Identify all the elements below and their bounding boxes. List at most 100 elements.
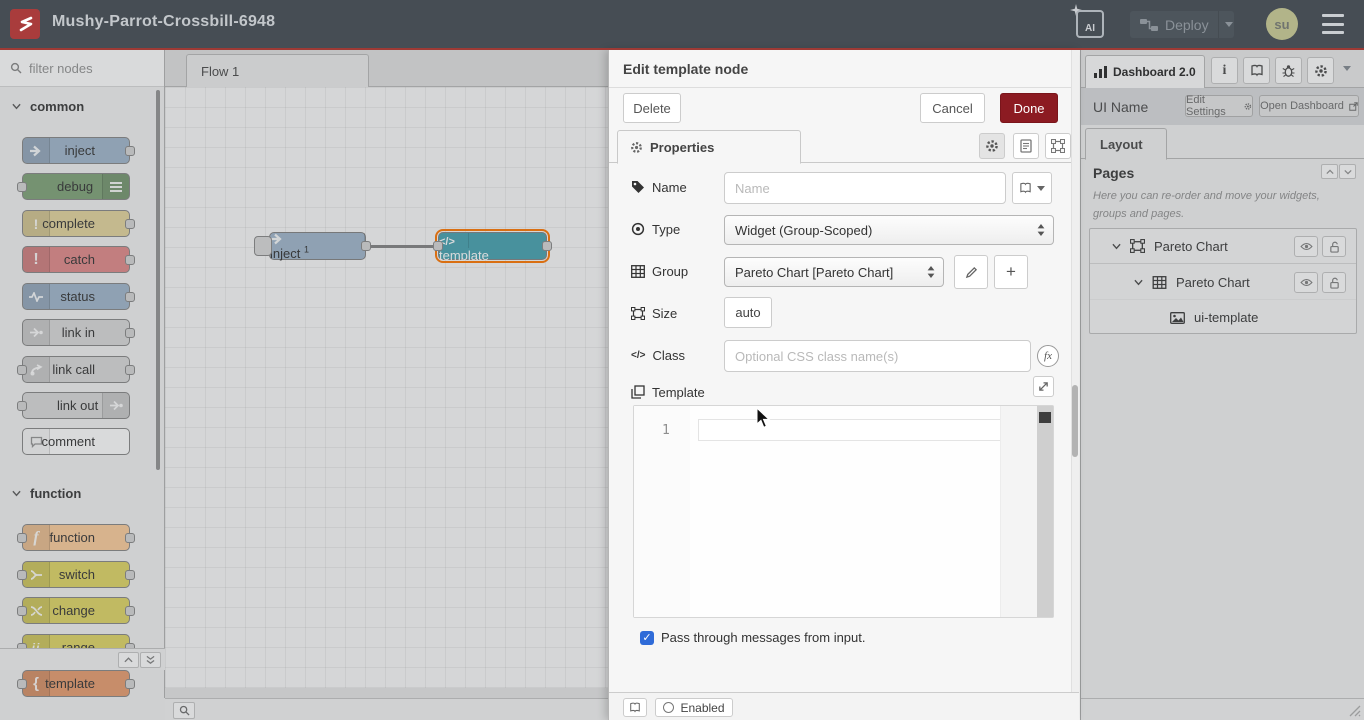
edit-settings-button[interactable]: Edit Settings [1185,95,1253,117]
help-tab-button[interactable] [1243,57,1270,84]
editor-scrollbar[interactable] [1037,406,1053,617]
palette-category-function[interactable]: function [0,483,164,503]
node-red-logo[interactable] [10,9,40,39]
tab-properties[interactable]: Properties [617,130,801,164]
palette-node-debug[interactable]: debug [22,173,130,200]
node-port[interactable] [17,606,27,616]
type-select[interactable]: Widget (Group-Scoped) [724,215,1054,245]
editor-scrollbar-thumb[interactable] [1039,412,1051,423]
node-port[interactable] [125,292,135,302]
unlock-button[interactable] [1322,236,1346,257]
docs-button[interactable] [623,698,647,717]
flow-node-ui-template[interactable]: </> template [438,232,547,260]
tree-item-page[interactable]: Pareto Chart [1090,229,1356,264]
open-dashboard-button[interactable]: Open Dashboard [1259,95,1359,117]
visibility-button[interactable] [1294,272,1318,293]
node-port[interactable] [125,328,135,338]
flow-node-inject[interactable]: inject 1 [269,232,366,260]
palette-node-catch[interactable]: ! catch [22,246,130,273]
fx-expression-button[interactable]: fx [1037,345,1059,367]
palette-node-switch[interactable]: switch [22,561,130,588]
node-port[interactable] [125,570,135,580]
node-port[interactable] [542,241,552,251]
node-port[interactable] [433,241,443,251]
dialog-scrollbar[interactable] [1071,50,1079,692]
palette-node-function[interactable]: f function [22,524,130,551]
node-port[interactable] [17,679,27,689]
passthrough-option[interactable]: ✓ Pass through messages from input. [640,630,866,645]
config-tab-button[interactable] [1307,57,1334,84]
palette-scrollbar[interactable] [156,90,160,470]
name-options-button[interactable] [1012,172,1052,204]
expand-all-button[interactable] [140,652,161,668]
resize-grip-icon[interactable] [1349,705,1361,717]
dialog-scrollbar-thumb[interactable] [1072,385,1078,457]
palette-node-link-call[interactable]: link call [22,356,130,383]
pages-collapse-button[interactable] [1321,164,1338,179]
palette-node-link-out[interactable]: link out [22,392,130,419]
palette-node-template[interactable]: { template [22,670,130,697]
palette-node-complete[interactable]: ! complete [22,210,130,237]
palette-node-link-in[interactable]: link in [22,319,130,346]
tree-item-group[interactable]: Pareto Chart [1090,265,1356,300]
tree-item-widget[interactable]: ui-template [1090,300,1356,335]
main-menu-button[interactable] [1322,14,1344,34]
class-input[interactable] [724,340,1031,372]
unlock-button[interactable] [1322,272,1346,293]
chevron-down-icon[interactable] [1134,279,1143,286]
palette-filter[interactable]: filter nodes [0,50,164,87]
flow-tab[interactable]: Flow 1 [186,54,369,88]
node-port[interactable] [125,365,135,375]
palette-category-common[interactable]: common [0,96,164,116]
pages-expand-button[interactable] [1339,164,1356,179]
palette-footer [0,648,165,670]
expand-editor-button[interactable] [1033,376,1054,397]
cancel-button[interactable]: Cancel [920,93,985,123]
add-group-button[interactable]: + [994,255,1028,289]
properties-view-button[interactable] [979,133,1005,159]
node-port[interactable] [125,146,135,156]
node-port[interactable] [17,401,27,411]
done-button[interactable]: Done [1000,93,1058,123]
inject-trigger-button[interactable] [254,236,272,256]
appearance-view-button[interactable] [1045,133,1071,159]
palette-node-change[interactable]: change [22,597,130,624]
chevron-down-icon[interactable] [1112,243,1121,250]
description-view-button[interactable] [1013,133,1039,159]
node-port[interactable] [125,533,135,543]
node-port[interactable] [17,182,27,192]
canvas-search-button[interactable] [173,702,195,719]
palette-node-status[interactable]: status [22,283,130,310]
deploy-options-button[interactable] [1218,11,1238,38]
node-port[interactable] [125,679,135,689]
node-port[interactable] [361,241,371,251]
edit-group-button[interactable] [954,255,988,289]
node-port[interactable] [125,219,135,229]
node-port[interactable] [17,570,27,580]
node-port[interactable] [125,606,135,616]
node-port[interactable] [17,365,27,375]
name-input[interactable] [724,172,1006,204]
tab-layout[interactable]: Layout [1085,128,1167,160]
node-port[interactable] [125,255,135,265]
size-button[interactable]: auto [724,297,772,328]
palette-node-inject[interactable]: inject [22,137,130,164]
collapse-all-button[interactable] [118,652,139,668]
canvas-grid[interactable]: inject 1 </> template [165,87,608,688]
visibility-button[interactable] [1294,236,1318,257]
info-tab-button[interactable]: i [1211,57,1238,84]
ai-assistant-button[interactable]: AI [1076,10,1104,38]
group-select[interactable]: Pareto Chart [Pareto Chart] [724,257,944,287]
template-code-editor[interactable]: 1 [633,405,1054,618]
sidebar-menu-caret[interactable] [1343,66,1351,71]
enabled-toggle-button[interactable]: Enabled [655,698,733,717]
flow-canvas[interactable]: Flow 1 inject 1 </> t [165,50,608,720]
user-avatar[interactable]: su [1266,8,1298,40]
delete-button[interactable]: Delete [623,93,681,123]
palette-node-comment[interactable]: comment [22,428,130,455]
tab-dashboard[interactable]: Dashboard 2.0 [1085,55,1205,88]
wire[interactable] [365,245,438,248]
debug-tab-button[interactable] [1275,57,1302,84]
passthrough-checkbox[interactable]: ✓ [640,631,654,645]
node-port[interactable] [17,533,27,543]
